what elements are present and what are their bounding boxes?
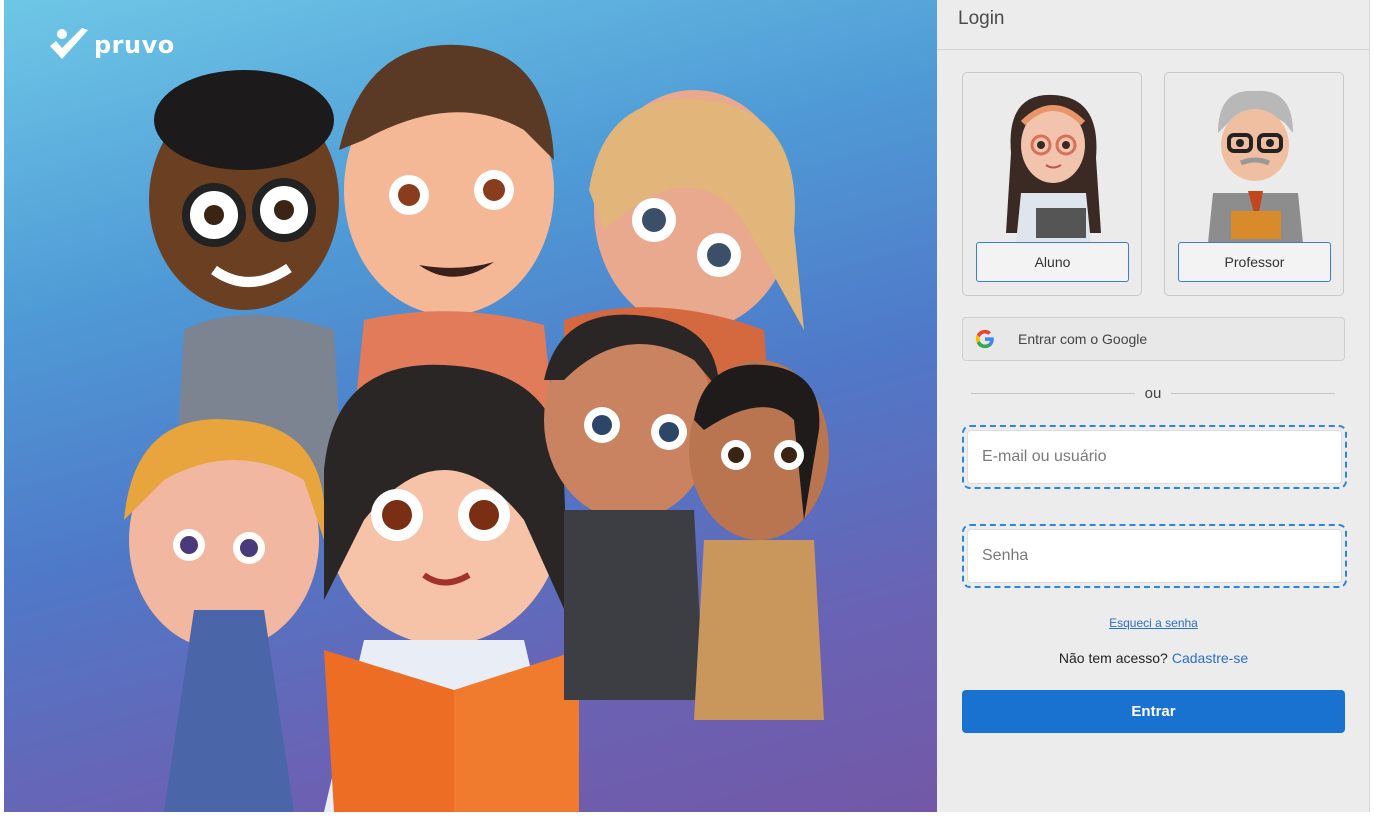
hero-illustration: pruvo [4,0,937,812]
role-card-professor[interactable]: Professor [1164,72,1344,296]
google-icon [975,329,994,349]
email-field-wrapper [962,425,1347,489]
or-label: ou [1144,384,1162,402]
google-signin-button[interactable]: Entrar com o Google [962,317,1345,361]
checkmark-logo-icon [50,28,88,59]
no-access-text: Não tem acesso? [1058,650,1168,666]
signup-row: Não tem acesso? Cadastre-se [937,650,1370,666]
teacher-avatar-icon [1208,90,1303,243]
email-input[interactable] [967,430,1342,484]
password-input[interactable] [967,529,1342,583]
divider-line-left [971,392,1135,394]
aluno-button[interactable]: Aluno [976,242,1129,282]
submit-button[interactable]: Entrar [962,690,1345,733]
pruvo-logo: pruvo [48,26,175,64]
google-button-label: Entrar com o Google [1018,331,1148,347]
logo-wordmark: pruvo [94,31,175,59]
role-card-aluno[interactable]: Aluno [962,72,1142,296]
students-illustration [124,44,829,812]
signup-link[interactable]: Cadastre-se [1172,650,1248,666]
divider-line-right [1171,392,1335,394]
professor-button[interactable]: Professor [1178,242,1331,282]
panel-title: Login [937,0,1369,50]
login-panel: Login Aluno Professor Entrar com o Googl… [937,0,1370,812]
or-divider: ou [971,383,1335,403]
password-field-wrapper [962,524,1347,588]
forgot-password-link[interactable]: Esqueci a senha [937,616,1370,630]
student-avatar-icon [1006,94,1101,243]
